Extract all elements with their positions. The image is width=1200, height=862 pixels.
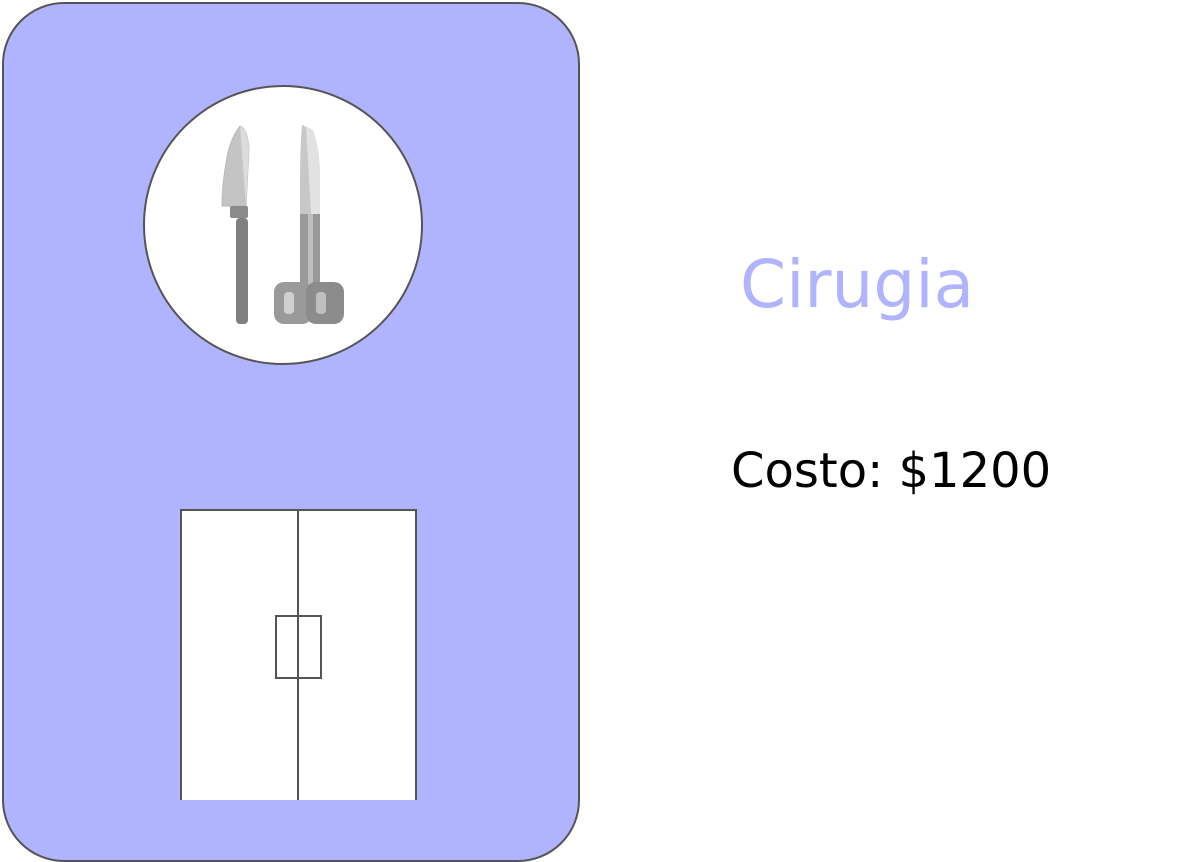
service-title: Cirugia [740,246,975,323]
double-door-icon [180,509,417,800]
service-cost: Costo: $1200 [731,443,1052,499]
surgery-building-illustration [143,85,423,800]
